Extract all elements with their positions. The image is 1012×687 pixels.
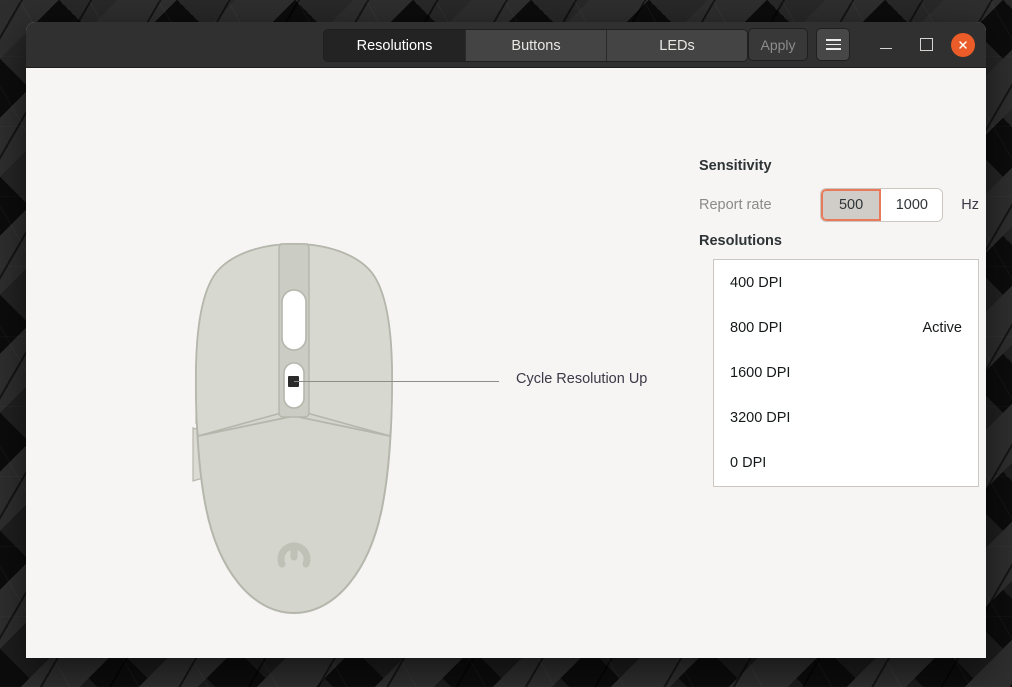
report-rate-unit-label: Hz (961, 197, 979, 213)
menu-line-2 (825, 43, 841, 46)
apply-button-label: Apply (760, 36, 796, 53)
settings-panel: Sensitivity Report rate 500 1000 Hz Reso… (674, 68, 986, 658)
resolutions-section-title: Resolutions (699, 233, 782, 249)
callout-leader-line (294, 381, 499, 382)
close-icon (959, 40, 967, 49)
mouse-diagram (192, 242, 394, 615)
maximize-icon (919, 38, 933, 51)
hamburger-menu-icon[interactable] (816, 28, 850, 61)
close-button[interactable] (951, 32, 975, 57)
tab-buttons-label: Buttons (511, 37, 561, 54)
report-rate-option-1000[interactable]: 1000 (881, 189, 943, 221)
report-rate-option-500[interactable]: 500 (820, 189, 882, 221)
application-window: Resolutions Buttons LEDs Apply Cycle Res… (26, 22, 986, 658)
resolution-row-3200[interactable]: 3200 DPI (714, 395, 978, 440)
sensitivity-section-title: Sensitivity (699, 158, 772, 174)
tab-resolutions[interactable]: Resolutions (324, 30, 466, 61)
report-rate-option-500-label: 500 (838, 197, 864, 213)
report-rate-row: Report rate 500 1000 Hz (699, 188, 979, 222)
tab-buttons[interactable]: Buttons (466, 30, 607, 61)
minimize-button[interactable] (872, 31, 900, 59)
resolution-row-0[interactable]: 0 DPI (714, 440, 978, 485)
resolution-row-800[interactable]: 800 DPI Active (714, 305, 978, 350)
resolution-state-800: Active (922, 319, 963, 336)
window-headerbar: Resolutions Buttons LEDs Apply (26, 22, 986, 68)
tab-resolutions-label: Resolutions (356, 37, 433, 54)
resolution-label-0: 0 DPI (730, 454, 767, 471)
tab-leds-label: LEDs (659, 37, 695, 54)
mouse-illustration-panel: Cycle Resolution Up (26, 68, 674, 658)
scroll-wheel[interactable] (281, 289, 307, 351)
headerbar-controls: Apply (748, 22, 976, 67)
resolution-label-400: 400 DPI (730, 274, 783, 291)
view-tab-group: Resolutions Buttons LEDs (323, 29, 748, 62)
resolution-label-1600: 1600 DPI (730, 364, 791, 381)
resolution-label-3200: 3200 DPI (730, 409, 791, 426)
maximize-button[interactable] (912, 31, 940, 59)
menu-line-1 (825, 39, 841, 41)
report-rate-toggle-group: 500 1000 (819, 188, 944, 222)
window-content: Cycle Resolution Up Sensitivity Report r… (26, 68, 986, 658)
resolution-row-1600[interactable]: 1600 DPI (714, 350, 978, 395)
callout-label-cycle-resolution-up: Cycle Resolution Up (516, 371, 648, 387)
resolutions-list[interactable]: 400 DPI 800 DPI Active 1600 DPI 3200 DPI… (713, 259, 979, 487)
menu-line-3 (825, 48, 841, 50)
tab-leds[interactable]: LEDs (607, 30, 747, 61)
resolution-label-800: 800 DPI (730, 319, 783, 336)
resolution-row-400[interactable]: 400 DPI (714, 260, 978, 305)
report-rate-label: Report rate (699, 197, 772, 213)
apply-button[interactable]: Apply (748, 28, 808, 61)
minimize-icon (880, 47, 892, 50)
report-rate-option-1000-label: 1000 (895, 197, 928, 213)
